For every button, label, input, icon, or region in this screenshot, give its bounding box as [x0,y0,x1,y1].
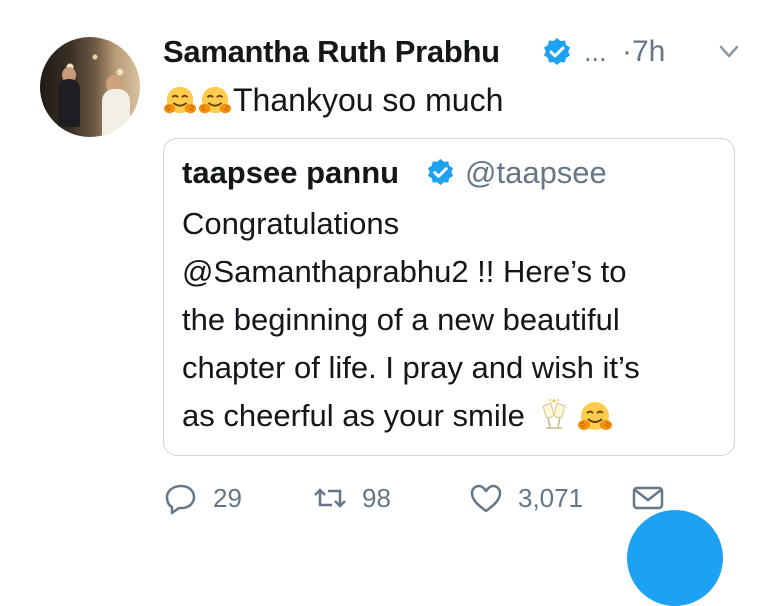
verified-badge-icon [542,37,572,67]
reply-button[interactable]: 29 [163,476,242,520]
verified-badge-icon [426,158,455,187]
retweet-icon [314,488,346,508]
tweet-text: Thankyou so much [163,80,503,120]
avatar-figure-body [58,79,80,127]
clinking-glasses-emoji-icon [542,399,566,429]
time-separator: · [622,35,632,68]
tweet-text-content: Thankyou so much [233,82,504,118]
time-value: 7h [632,35,666,68]
quoted-tweet-text: Congratulations @Samanthaprabhu2 !! Here… [182,200,727,440]
tweet-timestamp[interactable]: ·7h [622,34,665,70]
reply-icon [165,484,196,515]
quoted-text-last-line: as cheerful as your smile [182,392,727,440]
avatar-figure-body [102,89,130,137]
quoted-author-name[interactable]: taapsee pannu [182,155,399,191]
quoted-text-line: @Samanthaprabhu2 !! Here’s to [182,254,627,289]
quoted-text-line: the beginning of a new beautiful [182,302,620,337]
retweet-button[interactable]: 98 [312,476,391,520]
name-truncation: ... [584,37,607,67]
reply-count: 29 [213,482,242,513]
quoted-text-line: Congratulations [182,206,400,241]
envelope-icon [632,486,664,510]
author-name[interactable]: Samantha Ruth Prabhu [163,34,500,70]
quoted-author-handle[interactable]: @taapsee [465,155,607,191]
quoted-text-line: chapter of life. I pray and wish it’s [182,350,640,385]
retweet-count: 98 [362,482,391,513]
quoted-text-line: as cheerful as your smile [182,398,525,433]
like-button[interactable]: 3,071 [468,476,583,520]
like-count: 3,071 [518,482,584,513]
hugging-face-emoji-icon [163,85,197,115]
hugging-face-emoji-icon [198,85,232,115]
author-avatar[interactable] [40,37,140,137]
chevron-down-icon[interactable] [719,44,739,60]
hugging-face-emoji-icon [576,401,613,431]
compose-fab-button[interactable] [627,510,723,606]
heart-icon [470,484,502,513]
